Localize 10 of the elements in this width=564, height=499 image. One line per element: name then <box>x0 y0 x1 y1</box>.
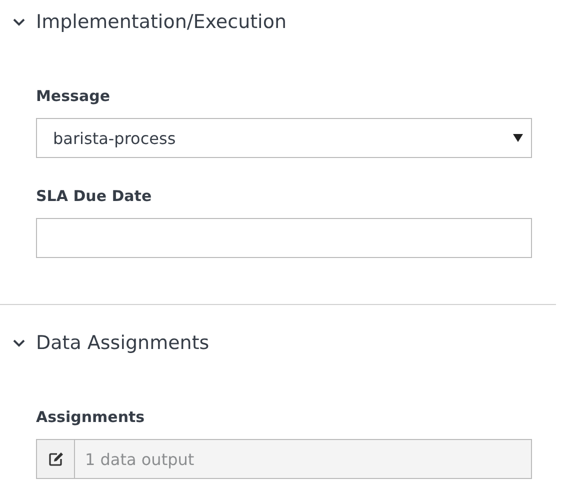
input-field[interactable] <box>36 218 532 258</box>
field-label: Assignments <box>36 407 145 427</box>
section-title: Implementation/Execution <box>36 11 287 33</box>
caret-icon <box>513 133 523 143</box>
field-label: SLA Due Date <box>36 186 152 206</box>
message-select[interactable]: barista-process <box>36 118 532 158</box>
edit-icon <box>48 451 64 467</box>
section-title: Data Assignments <box>36 332 210 354</box>
edit-button[interactable] <box>36 439 75 479</box>
field-label: Message <box>36 86 110 106</box>
